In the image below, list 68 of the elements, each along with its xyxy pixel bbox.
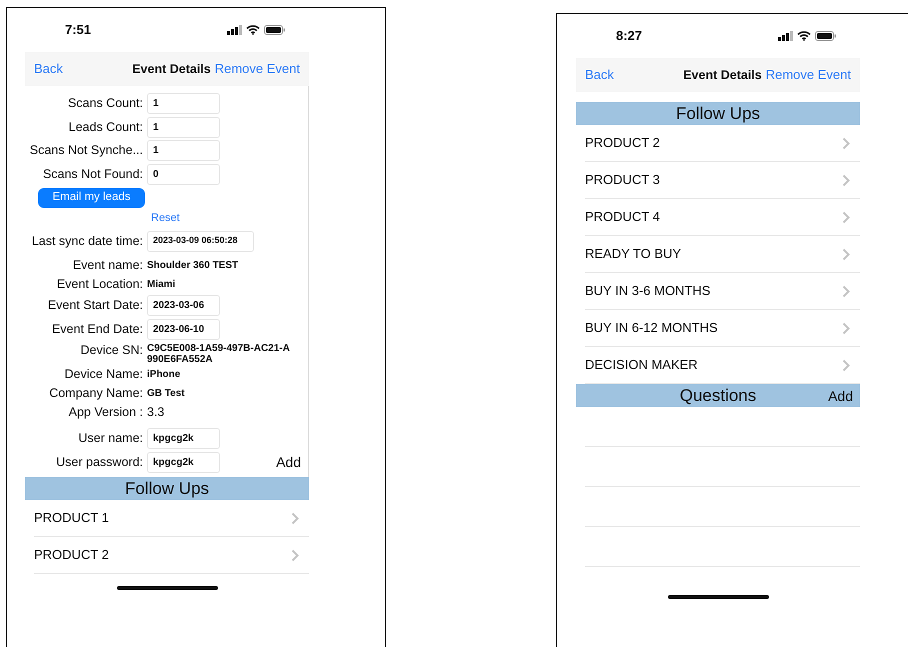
- field-label: App Version :: [68, 404, 143, 421]
- chevron-icon: [842, 322, 850, 334]
- section-title: Follow Ups: [124, 478, 210, 500]
- field-value: iPhone: [147, 368, 180, 382]
- nav-title: Event Details: [132, 60, 211, 78]
- input-field[interactable]: kpgcg2k: [147, 428, 220, 450]
- chevron-icon: [842, 248, 850, 260]
- wifi-icon: [797, 31, 811, 41]
- input-field[interactable]: 1: [147, 116, 220, 138]
- field-label: User password:: [55, 454, 143, 471]
- list-item[interactable]: BUY IN 6-12 MONTHS: [585, 310, 860, 347]
- input-field[interactable]: 2023-03-09 06:50:28: [147, 230, 254, 252]
- list-item[interactable]: BUY IN 3-6 MONTHS: [585, 273, 860, 310]
- list-item[interactable]: PRODUCT 2: [34, 537, 309, 574]
- chevron-icon: [842, 136, 850, 150]
- input-field[interactable]: 1: [147, 140, 220, 162]
- input-field[interactable]: 2023-06-10: [147, 318, 220, 340]
- back-link[interactable]: Back: [585, 65, 614, 85]
- battery-icon: [815, 31, 836, 41]
- field-label: Device SN:: [79, 342, 143, 359]
- list-item[interactable]: READY TO BUY: [585, 236, 860, 273]
- list-item[interactable]: PRODUCT 4: [585, 199, 860, 236]
- signal-icon: [778, 31, 793, 41]
- field-label: Company Name:: [48, 385, 143, 402]
- field-label: Event Start Date:: [46, 297, 143, 314]
- status-time: 8:27: [616, 27, 642, 46]
- chevron-icon: [842, 210, 850, 224]
- nav-title: Event Details: [683, 66, 762, 84]
- add-link[interactable]: Add: [828, 386, 853, 407]
- chevron-icon: [291, 512, 299, 524]
- input-field[interactable]: 2023-03-06: [147, 295, 220, 316]
- field-value: 3.3: [147, 404, 164, 421]
- signal-icon: [227, 25, 242, 35]
- field-label: Scans Count:: [66, 95, 143, 112]
- input-field[interactable]: 0: [147, 164, 220, 185]
- field-label: Event End Date:: [50, 320, 143, 338]
- chevron-icon: [842, 284, 850, 298]
- field-value: GB Test: [147, 387, 185, 401]
- field-label: Scans Not Found:: [42, 166, 143, 183]
- section-title: Questions: [680, 384, 756, 407]
- field-label: User name:: [77, 430, 143, 448]
- chevron-icon: [842, 358, 850, 372]
- list-item[interactable]: PRODUCT 1: [34, 500, 309, 537]
- field-label: Event Location:: [56, 276, 143, 293]
- field-label: Device Name:: [64, 366, 143, 383]
- remove-event-link[interactable]: Remove Event: [766, 65, 851, 85]
- field-label: Leads Count:: [68, 118, 143, 136]
- field-label: Event name:: [72, 257, 143, 274]
- field-label: Scans Not Synche...: [28, 142, 143, 160]
- chevron-icon: [291, 548, 299, 562]
- input-field[interactable]: 1: [147, 93, 220, 114]
- remove-event-link[interactable]: Remove Event: [214, 59, 300, 79]
- section-title: Follow Ups: [676, 102, 760, 125]
- chevron-icon: [842, 174, 850, 186]
- back-link[interactable]: Back: [34, 59, 63, 79]
- field-value: C9C5E008-1A59-497B-AC21-A990E6FA552A: [147, 342, 291, 365]
- wifi-icon: [246, 25, 260, 35]
- list-item[interactable]: PRODUCT 3: [585, 162, 860, 199]
- status-time: 7:51: [65, 21, 92, 40]
- email-leads-button[interactable]: Email my leads: [38, 188, 145, 208]
- list-item[interactable]: PRODUCT 2: [585, 125, 860, 162]
- field-label: Last sync date time:: [30, 232, 143, 250]
- add-link[interactable]: Add: [276, 452, 301, 473]
- field-value: Miami: [147, 278, 176, 292]
- field-value: Shoulder 360 TEST: [147, 259, 238, 273]
- reset-link[interactable]: Reset: [151, 210, 180, 226]
- battery-icon: [264, 25, 285, 35]
- input-field[interactable]: kpgcg2k: [147, 452, 220, 473]
